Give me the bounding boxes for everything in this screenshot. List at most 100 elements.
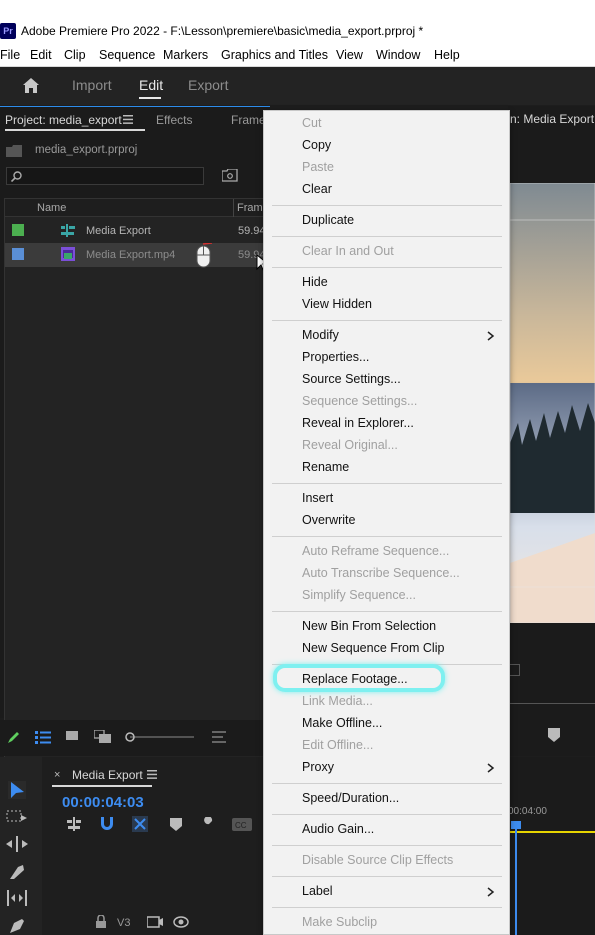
menu-item-clear[interactable]: Clear [302,182,332,196]
list-item[interactable]: Media Export 59.94 [5,219,271,243]
work-area-bar[interactable] [508,831,595,833]
new-bin-icon[interactable] [222,169,238,182]
panel-menu-icon[interactable] [123,115,133,124]
column-frame-rate[interactable]: Fram [237,202,263,214]
menu-item-proxy[interactable]: Proxy [302,760,334,774]
menu-separator [272,320,502,321]
menu-item-overwrite[interactable]: Overwrite [302,513,355,527]
menu-file[interactable]: File [0,48,20,62]
menu-item-reveal-in-explorer[interactable]: Reveal in Explorer... [302,416,414,430]
menu-item-duplicate[interactable]: Duplicate [302,213,354,227]
project-file-name: media_export.prproj [35,144,138,156]
pencil-icon[interactable] [6,731,20,745]
menu-item-source-settings[interactable]: Source Settings... [302,372,401,386]
slip-tool-icon[interactable] [6,890,28,906]
snap-magnet-icon[interactable] [100,817,114,831]
menu-clip[interactable]: Clip [64,48,86,62]
menu-separator [272,236,502,237]
menu-separator [272,611,502,612]
menu-item-properties[interactable]: Properties... [302,350,369,364]
selection-tool-icon[interactable] [8,781,26,799]
menu-separator [272,876,502,877]
menu-item-insert[interactable]: Insert [302,491,333,505]
submenu-arrow-icon [487,763,495,773]
menu-item-link-media: Link Media... [302,694,373,708]
home-icon[interactable] [22,77,40,94]
playhead-timecode[interactable]: 00:00:04:03 [62,794,144,811]
column-divider[interactable] [233,199,234,217]
monitor-timebar[interactable] [508,696,595,704]
column-name[interactable]: Name [37,202,66,214]
menu-markers[interactable]: Markers [163,48,208,62]
icon-view-icon[interactable] [66,731,78,743]
menu-edit[interactable]: Edit [30,48,52,62]
label-color-swatch[interactable] [12,224,24,236]
program-monitor-title[interactable]: n: Media Export [510,112,594,126]
menu-item-modify[interactable]: Modify [302,328,339,342]
menu-sequence[interactable]: Sequence [99,48,155,62]
tab-export[interactable]: Export [188,77,228,93]
track-select-tool-icon[interactable] [6,809,28,825]
list-item-selected[interactable]: Media Export.mp4 59.94 [5,243,271,268]
menu-graphics-and-titles[interactable]: Graphics and Titles [221,48,328,62]
menu-item-label[interactable]: Label [302,884,333,898]
sequence-tab-title[interactable]: Media Export [72,768,143,782]
zoom-slider[interactable] [124,731,194,743]
menu-item-copy[interactable]: Copy [302,138,331,152]
menu-window[interactable]: Window [376,48,420,62]
add-marker-icon[interactable] [170,818,182,831]
pen-tool-icon[interactable] [8,917,26,935]
menu-item-new-sequence-from-clip[interactable]: New Sequence From Clip [302,641,444,655]
menu-help[interactable]: Help [434,48,460,62]
toggle-track-output-eye-icon[interactable] [173,915,189,929]
track-label-v3[interactable]: V3 [117,917,130,929]
freeform-view-icon[interactable] [94,730,112,744]
menu-item-audio-gain[interactable]: Audio Gain... [302,822,374,836]
list-view-icon[interactable] [35,731,51,745]
workspace-bar: Import Edit Export [0,67,595,105]
tab-frame[interactable]: Frame [231,113,266,127]
menu-item-auto-reframe-sequence: Auto Reframe Sequence... [302,544,450,558]
timeline-tracks-area: 00:04:00 [508,757,595,935]
sync-lock-icon[interactable] [147,915,163,929]
menu-item-replace-footage[interactable]: Replace Footage... [302,672,408,686]
linked-selection-icon[interactable] [132,816,148,832]
search-input[interactable] [6,167,204,185]
close-icon[interactable]: × [54,769,60,781]
sort-icons-icon[interactable] [212,731,228,744]
wrench-settings-icon[interactable] [200,817,216,832]
menu-item-simplify-sequence: Simplify Sequence... [302,588,416,602]
ruler-time-label: 00:04:00 [508,806,547,817]
menu-item-speed-duration[interactable]: Speed/Duration... [302,791,399,805]
ripple-edit-tool-icon[interactable] [6,836,28,852]
tools-panel [0,757,42,935]
playhead-handle[interactable] [511,821,521,829]
label-color-swatch[interactable] [12,248,24,260]
menu-item-edit-offline: Edit Offline... [302,738,374,752]
captions-icon[interactable]: CC [232,818,252,831]
program-monitor: n: Media Export [508,106,595,756]
menu-separator [272,907,502,908]
tab-effects[interactable]: Effects [156,113,192,127]
active-panel-underline [5,129,145,131]
tab-edit[interactable]: Edit [139,77,163,93]
panel-menu-icon[interactable] [147,770,157,779]
title-bar: Pr Adobe Premiere Pro 2022 - F:\Lesson\p… [0,0,595,45]
playhead-line[interactable] [515,825,517,935]
menu-separator [272,483,502,484]
menu-item-hide[interactable]: Hide [302,275,328,289]
tab-project[interactable]: Project: media_export [5,113,122,127]
tab-import[interactable]: Import [72,77,112,93]
menu-item-new-bin-from-selection[interactable]: New Bin From Selection [302,619,436,633]
menu-bar: File Edit Clip Sequence Markers Graphics… [0,45,595,67]
insert-sequence-nest-icon[interactable] [67,817,81,831]
menu-item-rename[interactable]: Rename [302,460,349,474]
menu-view[interactable]: View [336,48,363,62]
menu-item-auto-transcribe-sequence: Auto Transcribe Sequence... [302,566,460,580]
razor-tool-icon[interactable] [8,863,26,881]
lock-track-icon[interactable] [94,915,108,929]
menu-item-make-offline[interactable]: Make Offline... [302,716,382,730]
search-icon [11,171,22,182]
add-marker-icon[interactable] [548,728,560,742]
menu-item-view-hidden[interactable]: View Hidden [302,297,372,311]
